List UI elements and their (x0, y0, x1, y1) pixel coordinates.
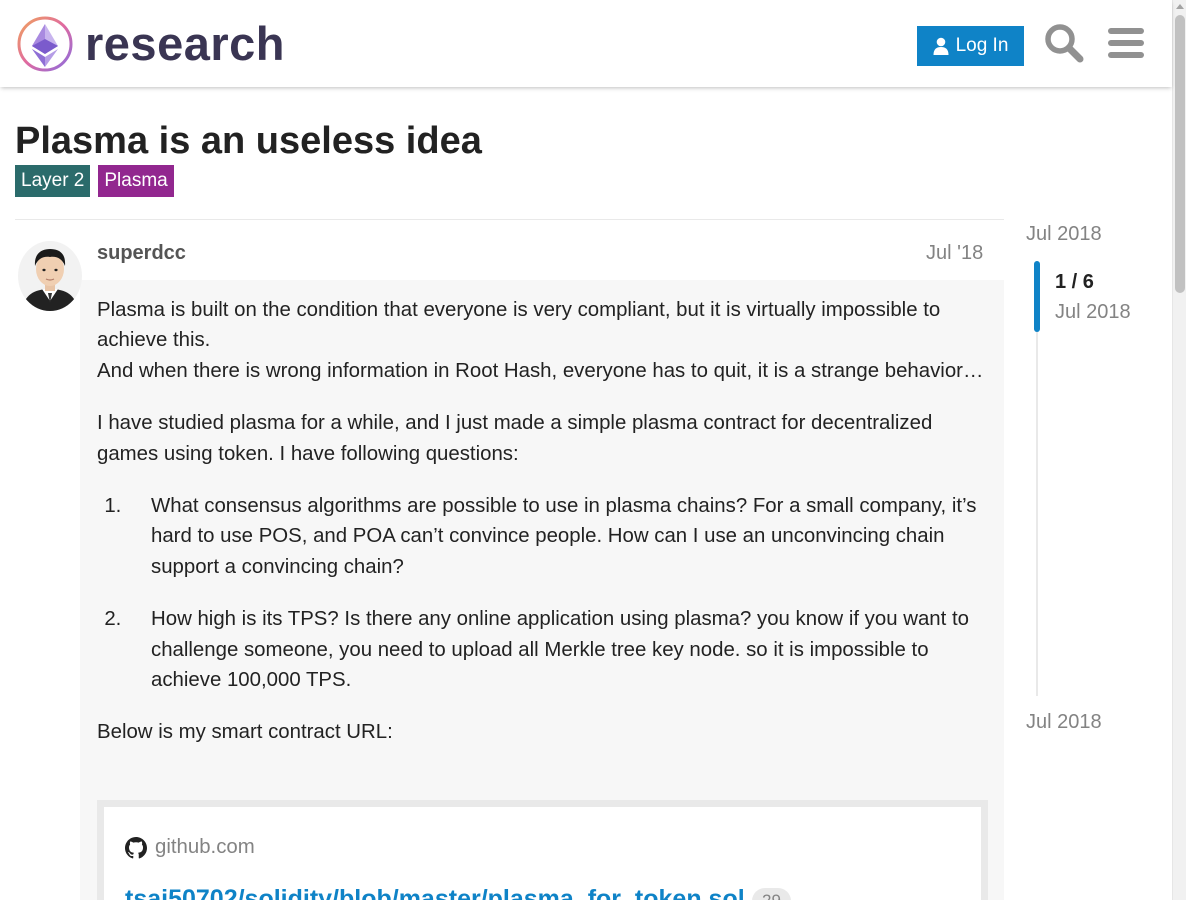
topic-tags: Layer 2 Plasma (15, 165, 174, 197)
search-icon (1045, 24, 1084, 63)
site-name: research (85, 17, 285, 70)
post-username[interactable]: superdcc (97, 239, 186, 267)
tag-layer-2[interactable]: Layer 2 (15, 165, 91, 197)
topic-title[interactable]: Plasma is an useless idea (15, 118, 482, 164)
timeline-start-date[interactable]: Jul 2018 (1026, 220, 1102, 248)
timeline-position: 1 / 6 (1055, 271, 1094, 293)
login-label: Log In (955, 35, 1009, 56)
onebox-link[interactable]: tsai50702/solidity/blob/master/plasma_fo… (125, 885, 745, 900)
scrollbar-thumb[interactable] (1175, 15, 1185, 293)
tag-plasma[interactable]: Plasma (98, 165, 174, 197)
github-icon (125, 836, 147, 858)
page-scrollbar[interactable] (1172, 0, 1186, 900)
timeline-end-date[interactable]: Jul 2018 (1026, 708, 1102, 736)
list-item: What consensus algorithms are possible t… (127, 491, 992, 582)
scroll-up-arrow-icon[interactable] (1176, 4, 1184, 9)
login-button[interactable]: Log In (917, 26, 1024, 66)
hamburger-menu-icon (1108, 28, 1144, 58)
avatar[interactable] (18, 241, 82, 311)
post-paragraph: Plasma is built on the condition that ev… (97, 299, 984, 382)
list-item: How high is its TPS? Is there any online… (127, 604, 992, 695)
onebox-source[interactable]: github.com (125, 836, 255, 859)
search-button[interactable] (1042, 20, 1086, 66)
site-logo[interactable]: research (16, 15, 285, 73)
post-paragraph: I have studied plasma for a while, and I… (97, 412, 933, 465)
timeline-position-date: Jul 2018 (1055, 301, 1131, 323)
questions-list: What consensus algorithms are possible t… (127, 491, 992, 695)
user-avatar-icon (18, 241, 82, 311)
user-icon (933, 37, 949, 55)
post-date[interactable]: Jul '18 (926, 240, 983, 266)
site-header: research Log In (0, 0, 1172, 87)
timeline-scroller-handle[interactable] (1034, 261, 1040, 332)
onebox-source-label: github.com (155, 836, 255, 858)
link-click-count: 29 (752, 888, 791, 900)
github-onebox: github.com tsai50702/solidity/blob/maste… (97, 800, 988, 900)
menu-button[interactable] (1104, 20, 1148, 66)
post-content: Plasma is built on the condition that ev… (97, 295, 992, 770)
divider (15, 219, 1004, 220)
ethereum-logo-icon (17, 16, 73, 72)
post-paragraph: Below is my smart contract URL: (97, 721, 393, 744)
